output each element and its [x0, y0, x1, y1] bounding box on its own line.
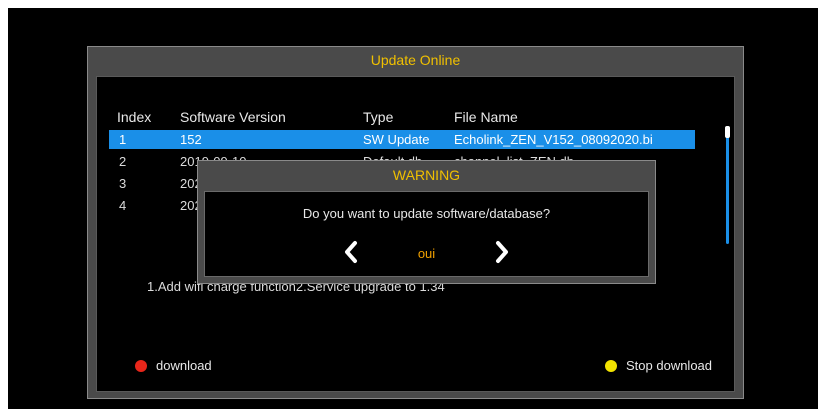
dialog-message: Do you want to update software/database?: [302, 206, 551, 221]
stop-download-label[interactable]: Stop download: [626, 358, 712, 373]
chevron-right-icon[interactable]: [493, 240, 511, 264]
row-index: 2: [119, 154, 127, 169]
row-type: SW Update: [363, 132, 430, 147]
dialog-body: Do you want to update software/database?…: [204, 191, 649, 277]
row-index: 4: [119, 198, 127, 213]
row-version: 152: [180, 132, 202, 147]
header-type: Type: [363, 109, 394, 125]
warning-dialog: WARNING Do you want to update software/d…: [197, 160, 656, 284]
dialog-title: WARNING: [392, 167, 461, 183]
confirm-option[interactable]: oui: [205, 246, 648, 261]
list-scrollbar[interactable]: [725, 126, 730, 244]
panel-title: Update Online: [370, 52, 461, 68]
row-index: 1: [119, 132, 127, 147]
row-file: Echolink_ZEN_V152_08092020.bi: [454, 132, 653, 147]
row-index: 3: [119, 176, 127, 191]
yellow-button-icon: [605, 360, 617, 372]
download-label[interactable]: download: [156, 358, 212, 373]
red-button-icon: [135, 360, 147, 372]
scrollbar-thumb[interactable]: [725, 126, 730, 138]
header-software-version: Software Version: [180, 109, 286, 125]
tv-screen: Update Online Index Software Version Typ…: [8, 8, 818, 409]
table-row[interactable]: 1 152 SW Update Echolink_ZEN_V152_080920…: [109, 130, 695, 149]
header-index: Index: [117, 109, 152, 125]
header-file-name: File Name: [454, 109, 518, 125]
